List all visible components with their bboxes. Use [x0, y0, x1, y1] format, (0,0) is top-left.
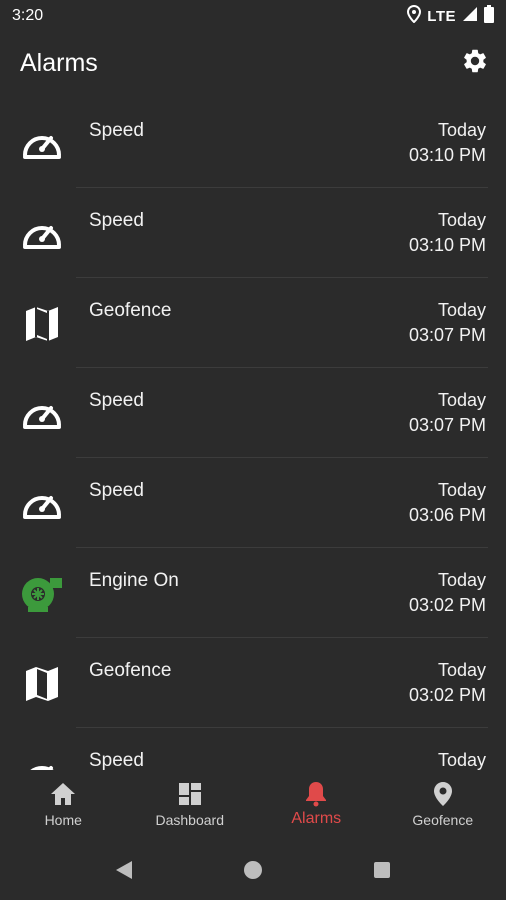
speedometer-icon — [20, 122, 64, 166]
home-system-button[interactable] — [233, 852, 273, 892]
system-navigation-bar — [0, 844, 506, 900]
alarm-time: 03:07 PM — [408, 415, 486, 435]
settings-button[interactable] — [460, 48, 490, 78]
map-icon — [20, 662, 64, 706]
alarm-list-item[interactable]: Speed Today 03:10 PM — [0, 188, 506, 278]
nav-label: Home — [44, 812, 82, 828]
engine-icon — [20, 572, 64, 616]
alarm-day: Today — [437, 300, 486, 320]
alarm-list-item[interactable]: Speed Today 03:06 PM — [0, 458, 506, 548]
alarm-type: Speed — [89, 210, 144, 231]
nav-item-alarms[interactable]: Alarms — [253, 770, 380, 844]
alarm-timestamp: Today 03:10 PM — [409, 208, 486, 258]
alarm-time: 03:06 PM — [408, 505, 486, 525]
alarm-type: Geofence — [89, 660, 172, 681]
alarm-timestamp: Today 03:07 PM — [409, 298, 486, 348]
square-icon — [373, 861, 391, 884]
alarm-time: 03:10 PM — [408, 235, 486, 255]
alarm-list-item[interactable]: Speed Today 03:07 PM — [0, 368, 506, 458]
alarm-time: 03:10 PM — [408, 145, 486, 165]
nav-label: Geofence — [412, 812, 474, 828]
map-icon — [20, 302, 64, 346]
location-status-icon — [407, 4, 422, 28]
signal-icon — [462, 6, 478, 27]
nav-item-home[interactable]: Home — [0, 770, 127, 844]
alarm-type: Speed — [89, 390, 144, 411]
alarm-day: Today — [437, 750, 486, 770]
alarm-day: Today — [437, 210, 486, 230]
alarm-type: Speed — [89, 480, 144, 501]
alarm-time: 03:07 PM — [408, 325, 486, 345]
alarm-type: Speed — [89, 750, 144, 770]
alarm-timestamp: Today 03:02 PM — [409, 658, 486, 708]
speedometer-icon — [20, 392, 64, 436]
back-triangle-icon — [115, 860, 133, 885]
nav-label: Alarms — [291, 810, 342, 827]
alarm-time: 03:02 PM — [408, 685, 486, 705]
alarm-list-item[interactable]: Engine On Today 03:02 PM — [0, 548, 506, 638]
page-title: Alarms — [20, 48, 98, 77]
speedometer-icon — [20, 482, 64, 526]
status-bar: 3:20 LTE — [0, 0, 506, 32]
alarm-day: Today — [437, 480, 486, 500]
alarm-day: Today — [437, 390, 486, 410]
gear-icon — [461, 47, 489, 80]
alarm-list-item[interactable]: Geofence Today 03:07 PM — [0, 278, 506, 368]
speedometer-icon — [20, 752, 64, 770]
back-button[interactable] — [104, 852, 144, 892]
alarm-timestamp: Today 03:06 PM — [409, 478, 486, 528]
nav-item-geofence[interactable]: Geofence — [380, 770, 506, 844]
alarm-list[interactable]: Speed Today 03:10 PM Speed Today 03:10 P… — [0, 98, 506, 770]
app-bar: Alarms — [0, 32, 506, 94]
alarm-day: Today — [437, 120, 486, 140]
alarm-type: Engine On — [89, 570, 179, 591]
alarm-day: Today — [437, 570, 486, 590]
alarm-day: Today — [437, 660, 486, 680]
bottom-nav: Home Dashboard Alarms Geofence — [0, 770, 506, 844]
alarm-timestamp: Today 03:07 PM — [409, 388, 486, 438]
alarm-list-item[interactable]: Geofence Today 03:02 PM — [0, 638, 506, 728]
alarm-time: 03:02 PM — [408, 595, 486, 615]
location-pin-icon — [433, 780, 453, 808]
nav-item-dashboard[interactable]: Dashboard — [127, 770, 254, 844]
alarm-timestamp: Today 03:10 PM — [409, 118, 486, 168]
alarm-list-item[interactable]: Speed Today 03:10 PM — [0, 98, 506, 188]
circle-icon — [243, 860, 263, 885]
alarm-list-item[interactable]: Speed Today — [0, 728, 506, 770]
status-time: 3:20 — [12, 7, 44, 24]
nav-label: Dashboard — [155, 812, 225, 828]
alarm-type: Speed — [89, 120, 144, 141]
bell-icon — [305, 780, 327, 808]
alarm-timestamp: Today — [438, 748, 486, 770]
home-icon — [50, 780, 76, 808]
alarm-timestamp: Today 03:02 PM — [409, 568, 486, 618]
battery-icon — [484, 4, 494, 28]
network-type: LTE — [427, 7, 456, 25]
dashboard-icon — [178, 780, 202, 808]
status-icons: LTE — [407, 4, 494, 28]
recents-button[interactable] — [362, 852, 402, 892]
speedometer-icon — [20, 212, 64, 256]
alarm-type: Geofence — [89, 300, 172, 321]
